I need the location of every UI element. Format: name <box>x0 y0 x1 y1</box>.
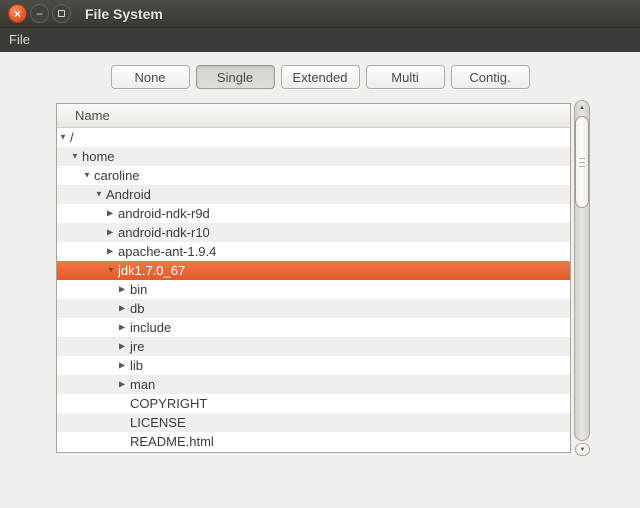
multi-button[interactable]: Multi <box>366 65 445 89</box>
expander-closed-icon[interactable]: ▶ <box>119 285 130 294</box>
expander-open-icon[interactable]: ▼ <box>107 266 118 275</box>
scrollbar-thumb[interactable] <box>575 116 589 208</box>
tree-row[interactable]: ▼Android <box>57 185 570 204</box>
tree-row-label: README.html <box>130 432 214 451</box>
scroll-down-button[interactable]: ▼ <box>575 443 590 456</box>
tree-rows: ▼/▼home▼caroline▼Android▶android-ndk-r9d… <box>57 128 570 451</box>
window-close-button[interactable]: × <box>8 4 27 23</box>
tree-row[interactable]: LICENSE <box>57 413 570 432</box>
tree-row-label: android-ndk-r10 <box>118 223 210 242</box>
tree-row-label: / <box>70 128 74 147</box>
expander-closed-icon[interactable]: ▶ <box>107 228 118 237</box>
window-title: File System <box>85 6 163 22</box>
tree-row[interactable]: ▶db <box>57 299 570 318</box>
expander-closed-icon[interactable]: ▶ <box>119 342 130 351</box>
tree-row-label: man <box>130 375 155 394</box>
tree-row[interactable]: ▼/ <box>57 128 570 147</box>
expander-closed-icon[interactable]: ▶ <box>107 209 118 218</box>
expander-open-icon[interactable]: ▼ <box>95 190 106 199</box>
expander-closed-icon[interactable]: ▶ <box>119 323 130 332</box>
tree-row[interactable]: ▶android-ndk-r9d <box>57 204 570 223</box>
tree-row-label: COPYRIGHT <box>130 394 207 413</box>
tree-row-label: android-ndk-r9d <box>118 204 210 223</box>
thumb-grip <box>579 158 585 159</box>
tree-row-label: LICENSE <box>130 413 186 432</box>
tree-row-label: apache-ant-1.9.4 <box>118 242 216 261</box>
contig-button[interactable]: Contig. <box>451 65 530 89</box>
tree-row[interactable]: ▶man <box>57 375 570 394</box>
scroll-down-icon: ▼ <box>580 447 586 453</box>
thumb-grip <box>579 162 585 163</box>
tree-row-label: Android <box>106 185 151 204</box>
window-maximize-button[interactable] <box>52 4 71 23</box>
extended-button[interactable]: Extended <box>281 65 360 89</box>
expander-closed-icon[interactable]: ▶ <box>119 361 130 370</box>
tree-row[interactable]: ▶jre <box>57 337 570 356</box>
expander-closed-icon[interactable]: ▶ <box>119 304 130 313</box>
vertical-scrollbar: ▲ ▼ <box>574 100 591 456</box>
expander-closed-icon[interactable]: ▶ <box>107 247 118 256</box>
menubar: File <box>0 28 640 52</box>
tree-row[interactable]: ▶bin <box>57 280 570 299</box>
tree-row[interactable]: README.html <box>57 432 570 451</box>
tree-row[interactable]: ▶apache-ant-1.9.4 <box>57 242 570 261</box>
tree-row-label: db <box>130 299 144 318</box>
expander-open-icon[interactable]: ▼ <box>83 171 94 180</box>
tree-row-label: jdk1.7.0_67 <box>118 261 185 280</box>
scroll-up-icon[interactable]: ▲ <box>574 104 590 112</box>
window-titlebar: × − File System <box>0 0 640 28</box>
tree-row[interactable]: ▶lib <box>57 356 570 375</box>
tree-row-label: caroline <box>94 166 140 185</box>
tree-row-label: jre <box>130 337 144 356</box>
expander-open-icon[interactable]: ▼ <box>71 152 82 161</box>
tree-row[interactable]: ▶android-ndk-r10 <box>57 223 570 242</box>
tree-row-label: lib <box>130 356 143 375</box>
window-minimize-button[interactable]: − <box>30 4 49 23</box>
expander-closed-icon[interactable]: ▶ <box>119 380 130 389</box>
tree-row-label: include <box>130 318 171 337</box>
close-icon: × <box>14 8 21 20</box>
tree-row-label: home <box>82 147 115 166</box>
selection-mode-toolbar: None Single Extended Multi Contig. <box>0 65 640 89</box>
tree-row[interactable]: ▼home <box>57 147 570 166</box>
thumb-grip <box>579 166 585 167</box>
menu-item-file[interactable]: File <box>0 28 39 52</box>
maximize-icon <box>58 10 65 17</box>
tree-row[interactable]: COPYRIGHT <box>57 394 570 413</box>
file-tree: Name ▼/▼home▼caroline▼Android▶android-nd… <box>56 103 571 453</box>
single-button[interactable]: Single <box>196 65 275 89</box>
minimize-icon: − <box>36 8 43 20</box>
tree-row-label: bin <box>130 280 147 299</box>
tree-column-header-name[interactable]: Name <box>57 104 570 128</box>
expander-open-icon[interactable]: ▼ <box>59 133 70 142</box>
tree-row[interactable]: ▼caroline <box>57 166 570 185</box>
none-button[interactable]: None <box>111 65 190 89</box>
tree-row[interactable]: ▼jdk1.7.0_67 <box>57 261 570 280</box>
tree-row[interactable]: ▶include <box>57 318 570 337</box>
